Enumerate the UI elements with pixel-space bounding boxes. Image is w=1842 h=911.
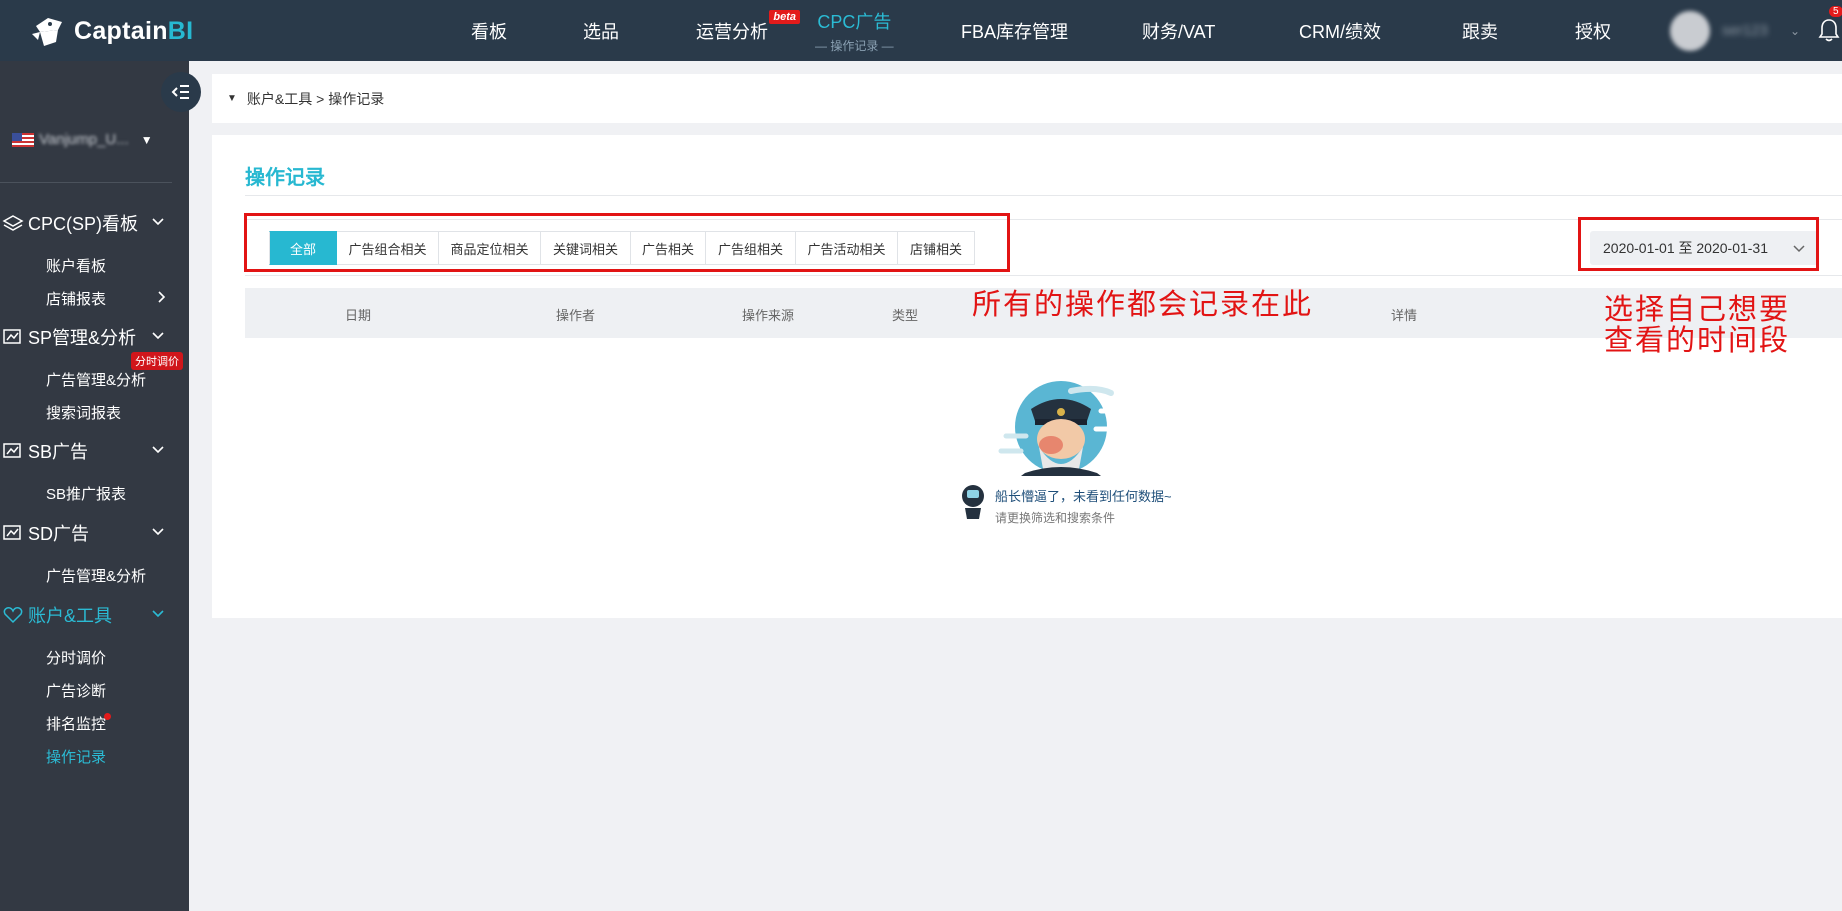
main-panel: 操作记录 全部 广告组合相关 商品定位相关 关键词相关 广告相关 广告组相关 广… [212, 135, 1842, 618]
dayparting-tag: 分时调价 [131, 352, 183, 370]
sidebar-item-sd-ad-management[interactable]: 广告管理&分析 [46, 565, 146, 586]
empty-state-message: 船长懵逼了，未看到任何数据~ [995, 489, 1172, 504]
sidebar-group-sp-management[interactable]: SP管理&分析 [0, 322, 189, 352]
nav-cpc-current-page: — 操作记录 — [815, 38, 894, 53]
caret-down-icon: ▼ [140, 132, 153, 147]
divider [245, 275, 1842, 276]
user-menu[interactable]: ser123 ⌄ [1670, 0, 1800, 61]
notification-badge: 5 [1829, 6, 1842, 17]
chevron-right-icon [158, 291, 166, 303]
nav-follow-sell[interactable]: 跟卖 [1462, 0, 1498, 61]
sidebar-group-account-tools[interactable]: 账户&工具 [0, 600, 189, 630]
sidebar-group-sb-ads[interactable]: SB广告 [0, 436, 189, 466]
sidebar-item-ad-diagnosis[interactable]: 广告诊断 [46, 680, 106, 701]
us-flag-icon [12, 132, 34, 147]
breadcrumb: ▼ 账户&工具 > 操作记录 [212, 74, 1842, 123]
divider [245, 195, 1842, 196]
chart-icon [3, 525, 21, 540]
sidebar-item-store-report[interactable]: 店铺报表 [46, 288, 166, 309]
caret-down-icon[interactable]: ▼ [227, 93, 237, 104]
sidebar-item-search-term-report[interactable]: 搜索词报表 [46, 402, 121, 423]
nav-product-selection[interactable]: 选品 [583, 0, 619, 61]
column-date[interactable]: 日期 [345, 305, 371, 324]
chevron-down-icon [152, 610, 164, 618]
beta-badge: beta [769, 10, 800, 24]
bell-icon[interactable] [1818, 18, 1840, 42]
avatar[interactable] [1670, 10, 1710, 51]
annotation-note-date-line2: 查看的时间段 [1604, 325, 1791, 357]
chevron-down-icon [152, 332, 164, 340]
sidebar-group-cpc-dashboard[interactable]: CPC(SP)看板 [0, 208, 189, 238]
page-title: 操作记录 [245, 167, 325, 189]
column-type[interactable]: 类型 [892, 305, 918, 324]
sidebar: Vanjump_U... ▼ CPC(SP)看板 账户看板 店铺报表 SP管理&… [0, 61, 189, 911]
sidebar-item-dayparting[interactable]: 分时调价 [46, 647, 106, 668]
heart-icon [3, 607, 23, 624]
top-navigation-bar: CaptainBI 看板 选品 运营分析 beta CPC广告 — 操作记录 —… [0, 0, 1842, 61]
breadcrumb-text: 账户&工具 > 操作记录 [246, 90, 385, 107]
nav-crm[interactable]: CRM/绩效 [1299, 0, 1381, 61]
chevron-down-icon [152, 218, 164, 226]
annotation-note-tabs: 所有的操作都会记录在此 [972, 289, 1314, 321]
username: ser123 [1722, 22, 1768, 39]
nav-operation-analysis[interactable]: 运营分析 beta [696, 0, 800, 61]
sidebar-item-account-dashboard[interactable]: 账户看板 [46, 255, 106, 276]
sidebar-item-sb-report[interactable]: SB推广报表 [46, 483, 126, 504]
chevron-down-icon: ⌄ [1790, 23, 1801, 38]
annotation-note-date-line1: 选择自己想要 [1604, 294, 1791, 326]
chart-icon [3, 443, 21, 458]
chevron-down-icon [152, 528, 164, 536]
sidebar-divider [0, 182, 172, 183]
new-dot-badge [104, 713, 111, 720]
nav-authorization[interactable]: 授权 [1575, 0, 1611, 61]
menu-collapse-icon [171, 85, 189, 99]
chevron-down-icon [152, 446, 164, 454]
collapse-sidebar-button[interactable] [161, 72, 201, 112]
nav-fba-inventory[interactable]: FBA库存管理 [961, 0, 1068, 61]
empty-state-hint: 请更换筛选和搜索条件 [995, 511, 1116, 525]
layers-icon [2, 215, 24, 231]
store-selector[interactable]: Vanjump_U... ▼ [12, 131, 153, 148]
column-details[interactable]: 详情 [1391, 305, 1417, 324]
nav-dashboard[interactable]: 看板 [471, 0, 507, 61]
column-operator[interactable]: 操作者 [556, 305, 595, 324]
captainbi-logo[interactable]: CaptainBI [28, 12, 193, 50]
logo-wordmark: CaptainBI [74, 16, 194, 45]
sidebar-group-sd-ads[interactable]: SD广告 [0, 518, 189, 548]
sidebar-item-rank-monitor[interactable]: 排名监控 [46, 713, 106, 734]
store-name: Vanjump_U... [39, 131, 129, 148]
annotation-box-date [1578, 217, 1819, 271]
nav-cpc-ads[interactable]: CPC广告 — 操作记录 — [815, 0, 894, 61]
column-source[interactable]: 操作来源 [742, 305, 794, 324]
nav-finance-vat[interactable]: 财务/VAT [1142, 0, 1215, 61]
sidebar-item-ad-management[interactable]: 广告管理&分析 [46, 369, 146, 390]
sidebar-item-operation-log[interactable]: 操作记录 [46, 746, 106, 767]
annotation-box-tabs [244, 213, 1010, 272]
chart-icon [3, 329, 21, 344]
captain-hat-icon [32, 18, 62, 46]
